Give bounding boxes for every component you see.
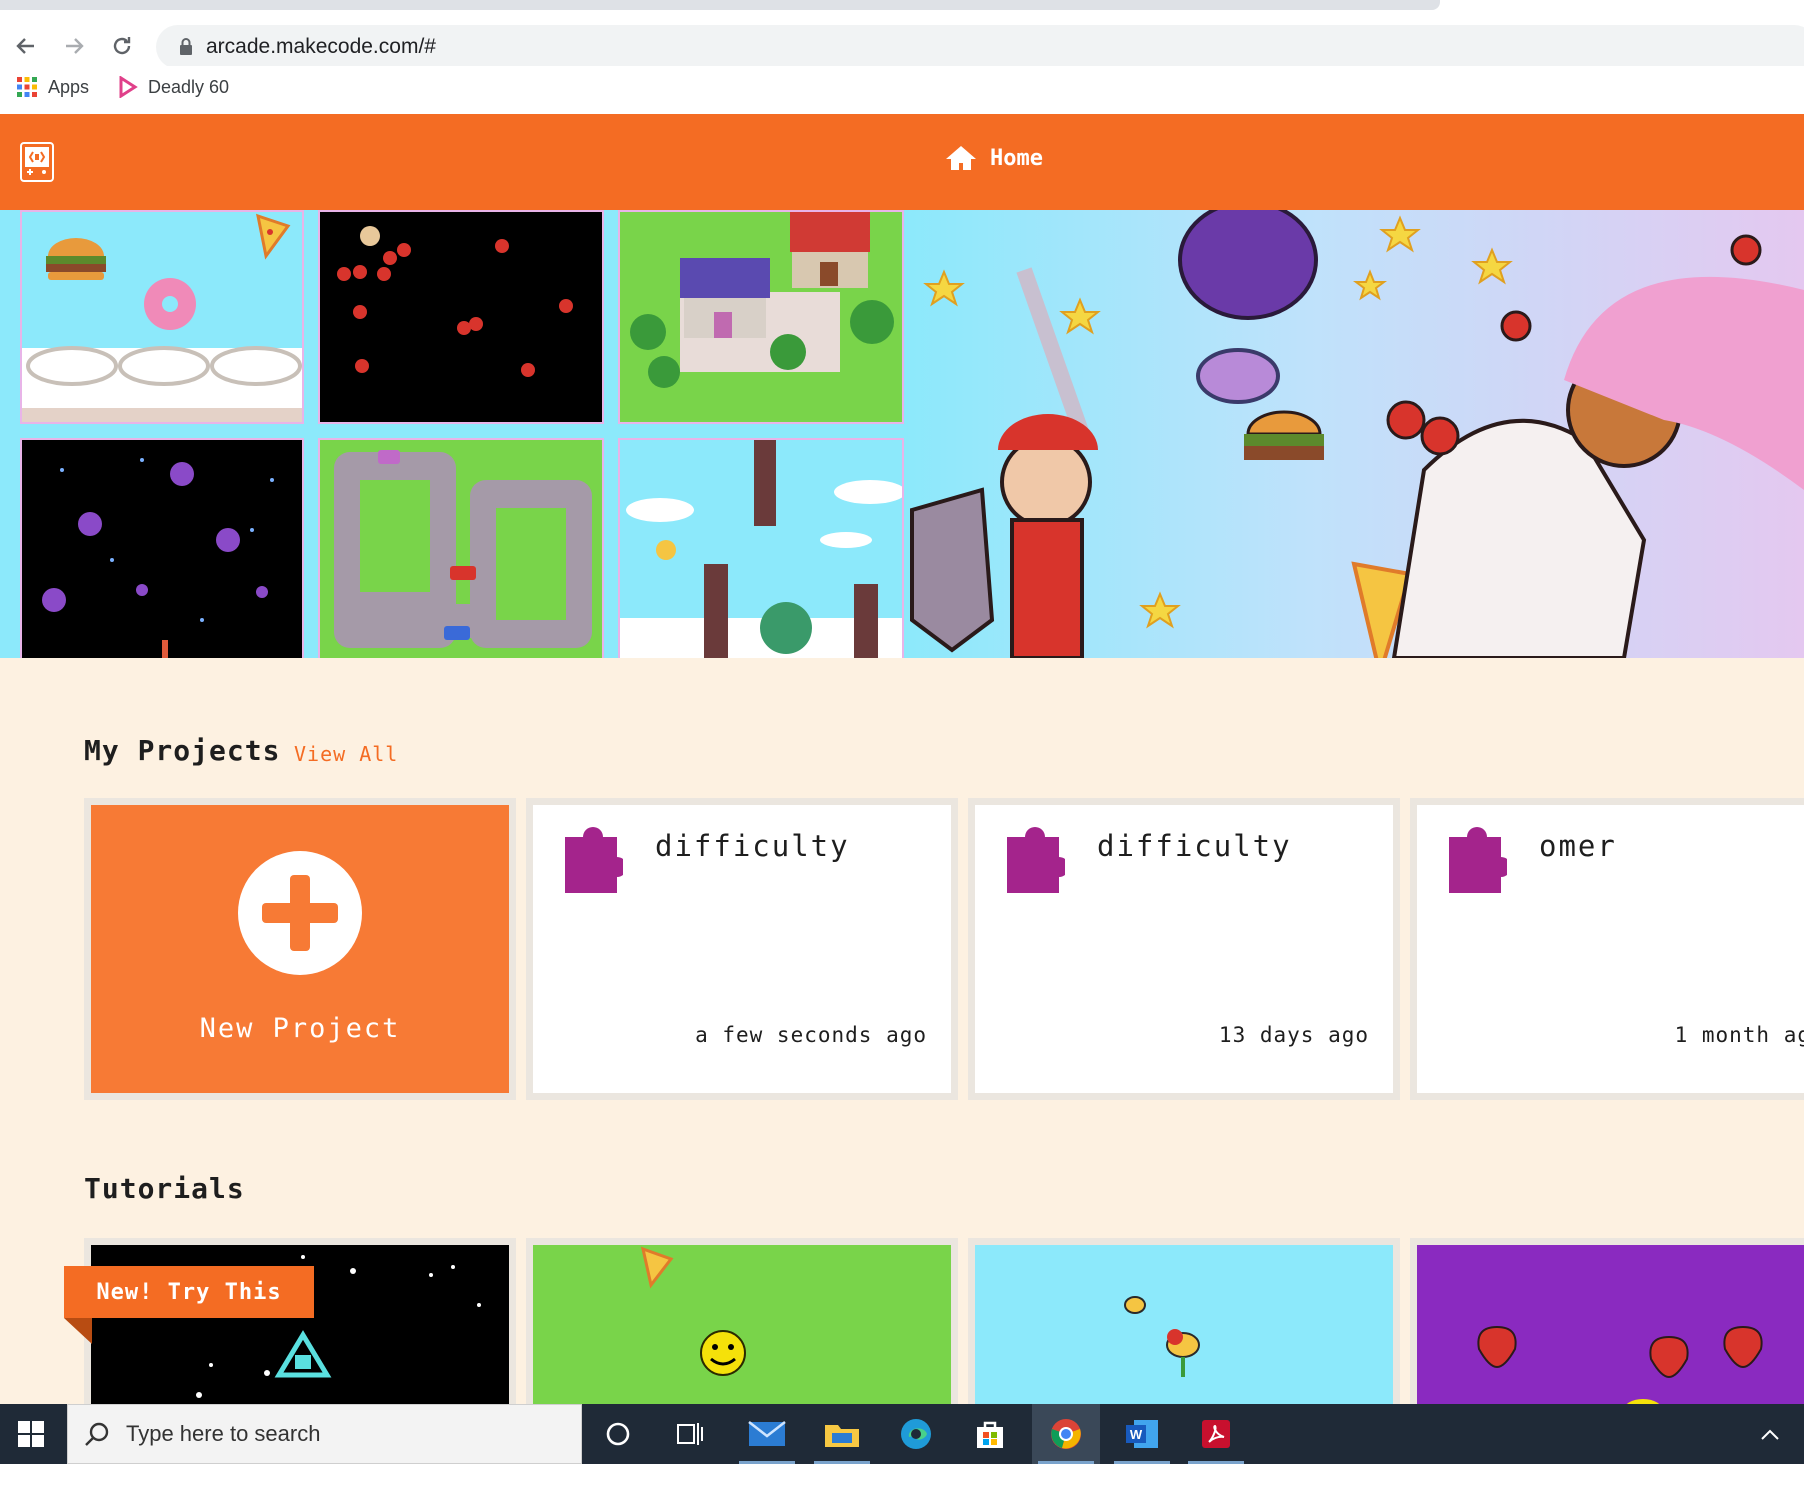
acrobat-icon — [1202, 1420, 1230, 1448]
view-all-link[interactable]: View All — [294, 742, 398, 766]
arrow-right-icon — [66, 38, 84, 54]
hero-tile-flappy-game — [618, 438, 904, 658]
file-explorer-button[interactable] — [808, 1404, 876, 1464]
bookmark-apps[interactable]: Apps — [16, 76, 89, 98]
new-tutorial-badge: New! Try This — [64, 1266, 314, 1318]
taskbar-search-placeholder: Type here to search — [126, 1421, 321, 1446]
tutorial-card[interactable] — [84, 1238, 516, 1418]
tutorial-card[interactable] — [968, 1238, 1400, 1418]
new-project-card-inner: New Project — [91, 805, 509, 1093]
apps-grid-icon — [17, 77, 37, 97]
mail-icon — [748, 1421, 786, 1446]
bookmark-apps-label: Apps — [48, 76, 90, 97]
project-title: difficulty — [655, 829, 850, 863]
edge-icon — [901, 1419, 931, 1449]
arrow-left-icon — [16, 38, 34, 54]
hero-tile-space-game — [20, 438, 304, 658]
browser-toolbar: arcade.makecode.com/# — [0, 10, 1804, 69]
cortana-button[interactable] — [584, 1404, 652, 1464]
url-bar[interactable]: arcade.makecode.com/# — [156, 25, 1804, 69]
acrobat-app-button[interactable] — [1182, 1404, 1250, 1464]
hero-tile-food-game — [20, 210, 304, 424]
project-title: omer — [1539, 829, 1617, 863]
word-icon: W — [1126, 1420, 1158, 1448]
windows-logo-icon — [18, 1421, 44, 1447]
main-content: My Projects View All New Project difficu… — [0, 658, 1804, 1418]
home-icon — [946, 146, 976, 170]
tutorial-card[interactable] — [1410, 1238, 1804, 1418]
reload-icon — [113, 37, 131, 55]
hero-tile-village-game — [618, 210, 904, 424]
show-hidden-icons-button[interactable] — [1740, 1404, 1800, 1464]
puzzle-piece-icon — [1449, 827, 1507, 893]
badge-fold — [64, 1318, 92, 1344]
mail-app-button[interactable] — [733, 1404, 801, 1464]
tutorials-heading: Tutorials — [84, 1172, 245, 1205]
url-text: arcade.makecode.com/# — [206, 35, 436, 58]
forward-button[interactable] — [56, 28, 92, 64]
task-view-icon — [677, 1423, 703, 1445]
tutorial-card[interactable] — [526, 1238, 958, 1418]
deadly60-icon — [119, 76, 138, 98]
home-label: Home — [990, 145, 1043, 171]
chrome-icon — [1051, 1419, 1081, 1449]
puzzle-piece-icon — [1007, 827, 1065, 893]
folder-icon — [825, 1425, 859, 1447]
bookmarks-bar: Apps Deadly 60 — [0, 66, 1804, 114]
hero-illustration — [904, 210, 1804, 658]
store-app-button[interactable] — [956, 1404, 1024, 1464]
app-header: Home — [0, 114, 1804, 210]
word-app-button[interactable]: W — [1108, 1404, 1176, 1464]
new-project-card[interactable]: New Project — [84, 798, 516, 1100]
project-card[interactable]: difficulty a few seconds ago — [526, 798, 958, 1100]
start-button[interactable] — [0, 1404, 62, 1464]
hero-tile-racing-game — [318, 438, 604, 658]
bookmark-deadly60-label: Deadly 60 — [148, 76, 230, 97]
bookmark-deadly60[interactable]: Deadly 60 — [118, 76, 229, 98]
store-bag-icon — [977, 1421, 1003, 1448]
new-project-label: New Project — [199, 1013, 401, 1044]
taskbar-search-box[interactable]: Type here to search — [67, 1404, 582, 1464]
chevron-up-icon — [1761, 1429, 1779, 1440]
lock-icon — [180, 38, 192, 55]
hero-banner — [0, 210, 1804, 658]
hero-tile-cherry-game — [318, 210, 604, 424]
project-title: difficulty — [1097, 829, 1292, 863]
edge-browser-button[interactable] — [882, 1404, 950, 1464]
search-icon — [85, 1422, 109, 1446]
makecode-arcade-logo-icon[interactable] — [20, 142, 54, 182]
project-card[interactable]: omer 1 month ag — [1410, 798, 1804, 1100]
page: arcade.makecode.com/# Apps Deadly 60 Hom… — [0, 0, 1804, 1504]
project-timestamp: 1 month ag — [1674, 1023, 1804, 1047]
reload-button[interactable] — [104, 28, 140, 64]
project-card[interactable]: difficulty 13 days ago — [968, 798, 1400, 1100]
svg-text:W: W — [1130, 1427, 1143, 1442]
back-button[interactable] — [8, 28, 44, 64]
plus-icon — [238, 851, 362, 975]
home-nav-button[interactable]: Home — [944, 144, 1043, 172]
bottom-margin — [0, 1464, 1804, 1504]
browser-tabstrip — [0, 0, 1804, 10]
windows-taskbar: Type here to search W — [0, 1404, 1804, 1464]
my-projects-heading: My Projects — [84, 734, 281, 767]
project-timestamp: a few seconds ago — [695, 1023, 927, 1047]
project-timestamp: 13 days ago — [1218, 1023, 1369, 1047]
chrome-browser-button[interactable] — [1032, 1404, 1100, 1464]
cortana-circle-icon — [606, 1422, 630, 1446]
puzzle-piece-icon — [565, 827, 623, 893]
task-view-button[interactable] — [656, 1404, 724, 1464]
